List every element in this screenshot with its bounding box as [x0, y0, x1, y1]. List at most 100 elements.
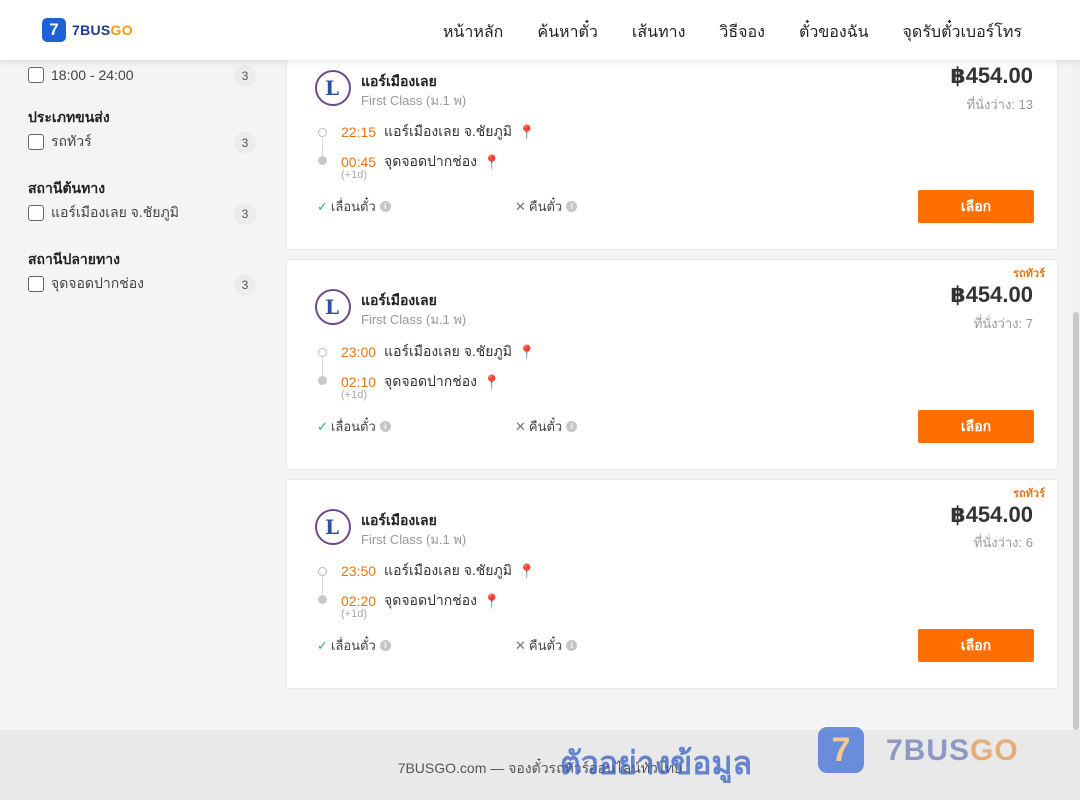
nav-home[interactable]: หน้าหลัก — [443, 20, 504, 45]
next-day-marker: (+1d) — [341, 608, 367, 620]
depart-dot — [318, 567, 327, 576]
filter-sidebar: 18:00 - 24:00 3 ประเภทขนส่ง รถทัวร์ 3 สถ… — [28, 60, 256, 298]
filter-option-label: แอร์เมืองเลย จ.ชัยภูมิ — [51, 204, 179, 220]
arrive-dot — [318, 595, 327, 604]
main-nav: หน้าหลัก ค้นหาตั๋ว เส้นทาง วิธีจอง ตั๋วข… — [443, 20, 1022, 45]
nav-search-ticket[interactable]: ค้นหาตั๋ว — [537, 20, 598, 45]
depart-station: แอร์เมืองเลย จ.ชัยภูมิ — [384, 123, 512, 139]
filter-option-label: 18:00 - 24:00 — [51, 67, 134, 83]
nav-routes[interactable]: เส้นทาง — [632, 20, 686, 45]
logo-text: 7BUSGO — [72, 22, 133, 38]
filter-count-badge: 3 — [234, 203, 256, 225]
refund-policy: ✕ คืนตั๋ว i — [515, 635, 578, 656]
map-pin-icon[interactable]: 📍 — [518, 563, 535, 580]
page-footer: 7BUSGO.com — จองตั๋วรถทัวร์ออนไลน์ทั่วไท… — [0, 727, 1080, 800]
checkbox-transport[interactable] — [28, 134, 44, 150]
filter-group-title-origin: สถานีต้นทาง — [28, 180, 106, 196]
filter-group-title-destination: สถานีปลายทาง — [28, 251, 120, 267]
cross-icon: ✕ — [515, 418, 526, 434]
transport-type-badge: รถทัวร์ — [1013, 268, 1045, 280]
check-icon: ✓ — [317, 418, 328, 434]
map-pin-icon[interactable]: 📍 — [483, 374, 500, 391]
arrive-station: จุดจอดปากช่อง — [384, 592, 478, 608]
reschedule-label: เลื่อนตั๋ว — [330, 638, 376, 653]
depart-time: 23:00 — [341, 344, 377, 360]
nav-ticket-pickup-phone[interactable]: จุดรับตั๋วเบอร์โทร — [903, 20, 1022, 45]
next-day-marker: (+1d) — [341, 169, 367, 181]
reschedule-label: เลื่อนตั๋ว — [330, 419, 376, 434]
depart-time: 23:50 — [341, 563, 377, 579]
select-trip-button[interactable]: เลือก — [918, 190, 1034, 223]
depart-stop: 23:50 แอร์เมืองเลย จ.ชัยภูมิ 📍 — [341, 560, 535, 582]
reschedule-policy: ✓ เลื่อนตั๋ว i — [317, 196, 391, 217]
reschedule-policy: ✓ เลื่อนตั๋ว i — [317, 635, 391, 656]
transport-type-badge: รถทัวร์ — [1013, 488, 1045, 500]
operator-logo: L — [315, 509, 351, 545]
checkbox-time[interactable] — [28, 67, 44, 83]
nav-my-tickets[interactable]: ตั๋วของฉัน — [799, 20, 869, 45]
info-icon[interactable]: i — [379, 201, 391, 212]
filter-option-origin[interactable]: แอร์เมืองเลย จ.ชัยภูมิ 3 — [28, 199, 256, 227]
map-pin-icon[interactable]: 📍 — [518, 344, 535, 361]
trip-card: รถทัวร์ L แอร์เมืองเลย First Class (ม.1 … — [286, 479, 1058, 689]
map-pin-icon[interactable]: 📍 — [483, 154, 500, 171]
filter-option-transport[interactable]: รถทัวร์ 3 — [28, 128, 256, 156]
filter-option-destination[interactable]: จุดจอดปากช่อง 3 — [28, 270, 256, 298]
trip-price: ฿454.00 — [950, 63, 1033, 88]
depart-dot — [318, 128, 327, 137]
arrive-dot — [318, 156, 327, 165]
info-icon[interactable]: i — [566, 201, 578, 212]
refund-policy: ✕ คืนตั๋ว i — [515, 196, 578, 217]
route-line — [322, 576, 323, 595]
map-pin-icon[interactable]: 📍 — [518, 124, 535, 141]
arrive-time: 02:20 — [341, 593, 377, 609]
check-icon: ✓ — [317, 198, 328, 214]
arrive-station: จุดจอดปากช่อง — [384, 153, 478, 169]
trip-price: ฿454.00 — [950, 502, 1033, 527]
check-icon: ✓ — [317, 637, 328, 653]
depart-stop: 23:00 แอร์เมืองเลย จ.ชัยภูมิ 📍 — [341, 341, 535, 363]
seat-class: First Class (ม.1 พ) — [361, 93, 467, 108]
filter-option-time[interactable]: 18:00 - 24:00 3 — [28, 61, 256, 89]
filter-count-badge: 3 — [234, 274, 256, 296]
seat-class: First Class (ม.1 พ) — [361, 532, 467, 547]
brand-logo[interactable]: 7 7BUSGO — [42, 18, 133, 42]
depart-station: แอร์เมืองเลย จ.ชัยภูมิ — [384, 343, 512, 359]
arrive-time: 00:45 — [341, 154, 377, 170]
info-icon[interactable]: i — [379, 421, 391, 432]
seats-available: ที่นั่งว่าง: 13 — [966, 97, 1033, 112]
depart-dot — [318, 348, 327, 357]
reschedule-policy: ✓ เลื่อนตั๋ว i — [317, 416, 391, 437]
seat-class: First Class (ม.1 พ) — [361, 312, 467, 327]
arrive-station: จุดจอดปากช่อง — [384, 373, 478, 389]
trip-card: L แอร์เมืองเลย First Class (ม.1 พ) ฿454.… — [286, 40, 1058, 250]
info-icon[interactable]: i — [566, 640, 578, 651]
select-trip-button[interactable]: เลือก — [918, 410, 1034, 443]
refund-label: คืนตั๋ว — [528, 638, 563, 653]
nav-how-to-book[interactable]: วิธีจอง — [719, 20, 765, 45]
operator-logo: L — [315, 289, 351, 325]
info-icon[interactable]: i — [566, 421, 578, 432]
trip-price: ฿454.00 — [950, 282, 1033, 307]
filter-group-title-transport: ประเภทขนส่ง — [28, 109, 110, 125]
scrollbar-thumb[interactable] — [1073, 312, 1079, 730]
top-header: 7 7BUSGO หน้าหลัก ค้นหาตั๋ว เส้นทาง วิธี… — [0, 0, 1080, 60]
checkbox-origin[interactable] — [28, 205, 44, 221]
select-trip-button[interactable]: เลือก — [918, 629, 1034, 662]
logo-mark-icon: 7 — [42, 18, 66, 42]
depart-stop: 22:15 แอร์เมืองเลย จ.ชัยภูมิ 📍 — [341, 121, 535, 143]
cross-icon: ✕ — [515, 198, 526, 214]
depart-station: แอร์เมืองเลย จ.ชัยภูมิ — [384, 562, 512, 578]
checkbox-destination[interactable] — [28, 276, 44, 292]
filter-count-badge: 3 — [234, 65, 256, 87]
info-icon[interactable]: i — [379, 640, 391, 651]
arrive-time: 02:10 — [341, 374, 377, 390]
arrive-dot — [318, 376, 327, 385]
seats-available: ที่นั่งว่าง: 7 — [973, 316, 1033, 331]
seats-available: ที่นั่งว่าง: 6 — [973, 535, 1033, 550]
filter-option-label: รถทัวร์ — [51, 133, 92, 149]
operator-logo: L — [315, 70, 351, 106]
map-pin-icon[interactable]: 📍 — [483, 593, 500, 610]
depart-time: 22:15 — [341, 124, 377, 140]
route-line — [322, 137, 323, 156]
